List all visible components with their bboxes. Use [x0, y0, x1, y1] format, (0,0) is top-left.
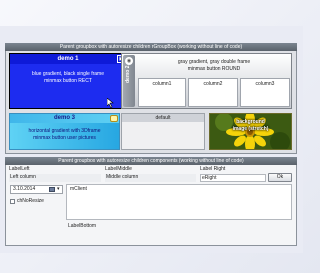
label-middle: LabelMiddle — [105, 166, 132, 172]
demo3-panel[interactable]: demo 3 horizontal gradient with 3Dframe … — [9, 113, 120, 150]
demo3-title: demo 3 — [10, 114, 119, 123]
calendar-icon[interactable] — [49, 187, 55, 192]
demo3-line2: minmax button user pictures — [33, 135, 96, 141]
date-picker[interactable]: 3.10.2014 ▾ — [10, 185, 63, 194]
right-edit-field[interactable]: eRight — [200, 174, 266, 182]
demo2-title: demo 2 — [125, 65, 131, 83]
picture-icon[interactable] — [110, 115, 118, 122]
label-right: Label Right — [200, 166, 226, 172]
client-label: mClient — [70, 186, 87, 192]
column1-panel[interactable]: column1 — [138, 78, 186, 107]
demo1-line2: minmax button RECT — [44, 78, 92, 84]
checkbox-label: chNoResize — [17, 198, 44, 204]
label-left: LabelLeft — [9, 166, 30, 172]
demo3-line1: horizontal gradient with 3Dframe — [28, 128, 101, 134]
default-panel[interactable]: default — [121, 113, 205, 150]
middle-column-field[interactable]: Middle column — [105, 174, 196, 182]
demo2-line2: minmax button ROUND — [187, 66, 241, 72]
demo2-side-bar[interactable]: ◉ demo 2 — [123, 55, 135, 107]
image-panel-caption: background image (stretch) — [210, 119, 291, 133]
demo1-description: blue gradient, black single frame minmax… — [10, 71, 126, 85]
demo2-description: gray gradient, gray double frame minmax … — [136, 59, 292, 73]
background-image-panel[interactable]: background image (stretch) — [209, 113, 292, 150]
chevron-down-icon[interactable]: ▾ — [57, 186, 60, 193]
image-caption-line1: background — [236, 119, 265, 125]
left-column-field[interactable]: Left column — [9, 174, 101, 182]
no-resize-checkbox[interactable] — [10, 199, 15, 204]
demo1-line1: blue gradient, black single frame — [32, 71, 104, 77]
client-memo[interactable]: mClient — [66, 184, 292, 220]
demo3-description: horizontal gradient with 3Dframe minmax … — [10, 128, 119, 142]
mouse-cursor-icon — [107, 98, 114, 108]
default-title: default — [122, 114, 204, 122]
label-bottom: LabelBottom — [68, 223, 97, 229]
demo1-title: demo 1 — [10, 54, 126, 64]
image-caption-line2: image (stretch) — [232, 126, 269, 132]
demo2-line1: gray gradient, gray double frame — [177, 59, 251, 65]
top-groupbox-title: Parent groupbox with autoresize children… — [5, 43, 297, 51]
column3-panel[interactable]: column3 — [240, 78, 290, 107]
bottom-groupbox-title: Parent groupbox with autoresize children… — [5, 157, 297, 165]
demo2-panel[interactable]: ◉ demo 2 gray gradient, gray double fram… — [121, 53, 292, 109]
date-value: 3.10.2014 — [13, 186, 36, 192]
ok-button[interactable]: Ok — [268, 173, 292, 182]
column2-panel[interactable]: column2 — [188, 78, 238, 107]
